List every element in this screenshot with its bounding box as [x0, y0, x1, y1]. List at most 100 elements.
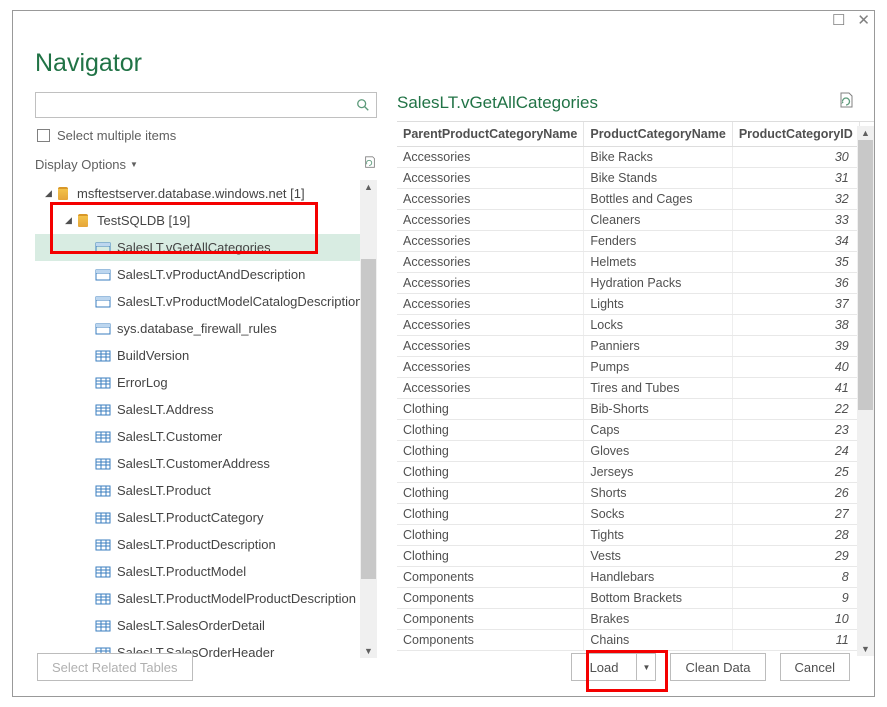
tree-item[interactable]: SalesLT.vProductModelCatalogDescription [35, 288, 377, 315]
scroll-thumb[interactable] [858, 140, 873, 410]
tree-item[interactable]: SalesLT.Address [35, 396, 377, 423]
display-options-dropdown[interactable]: Display Options ▼ [35, 157, 138, 172]
table-cell: Accessories [397, 167, 584, 188]
refresh-tree-button[interactable] [363, 155, 377, 174]
tree-item[interactable]: SalesLT.ProductModelProductDescription [35, 585, 377, 612]
column-header[interactable]: ParentProductCategoryName [397, 122, 584, 146]
table-row[interactable]: ClothingGloves24 [397, 440, 859, 461]
tree-item[interactable]: SalesLT.ProductDescription [35, 531, 377, 558]
table-cell: Bike Racks [584, 146, 732, 167]
load-dropdown-button[interactable]: ▼ [636, 653, 656, 681]
tree-server-node[interactable]: ◢ msftestserver.database.windows.net [1] [35, 180, 377, 207]
table-row[interactable]: AccessoriesTires and Tubes41 [397, 377, 859, 398]
column-header[interactable]: ProductCategoryName [584, 122, 732, 146]
table-cell: Clothing [397, 545, 584, 566]
load-button[interactable]: Load [571, 653, 637, 681]
tree-item[interactable]: sys.database_firewall_rules [35, 315, 377, 342]
tree-item-label: sys.database_firewall_rules [117, 321, 277, 336]
tree-item[interactable]: SalesLT.Product [35, 477, 377, 504]
tree-item[interactable]: SalesLT.vProductAndDescription [35, 261, 377, 288]
table-row[interactable]: AccessoriesLocks38 [397, 314, 859, 335]
tree-item-label: SalesLT.ProductCategory [117, 510, 263, 525]
table-cell: Jerseys [584, 461, 732, 482]
tree-item-label: BuildVersion [117, 348, 189, 363]
table-row[interactable]: ClothingTights28 [397, 524, 859, 545]
tree-database-node[interactable]: ◢ TestSQLDB [19] [35, 207, 377, 234]
tree-item[interactable]: SalesLT.Customer [35, 423, 377, 450]
table-cell: Components [397, 566, 584, 587]
scroll-thumb[interactable] [361, 259, 376, 579]
table-cell: 33 [732, 209, 859, 230]
refresh-preview-button[interactable] [838, 92, 854, 113]
table-cell: Gloves [584, 440, 732, 461]
table-cell: Hydration Packs [584, 272, 732, 293]
tree-item[interactable]: SalesLT.ProductModel [35, 558, 377, 585]
table-cell: Clothing [397, 461, 584, 482]
tree-item[interactable]: SalesLT.vGetAllCategories [35, 234, 377, 261]
clean-data-button[interactable]: Clean Data [670, 653, 765, 681]
load-split-button[interactable]: Load ▼ [571, 653, 657, 681]
table-row[interactable]: AccessoriesBike Racks30 [397, 146, 859, 167]
table-icon [95, 591, 111, 607]
table-cell: 10 [732, 608, 859, 629]
tree-item[interactable]: SalesLT.ProductCategory [35, 504, 377, 531]
table-row[interactable]: AccessoriesCleaners33 [397, 209, 859, 230]
tree-scrollbar[interactable]: ▲ ▼ [360, 180, 377, 658]
tree-item-label: SalesLT.vGetAllCategories [117, 240, 271, 255]
table-cell: Bottom Brackets [584, 587, 732, 608]
table-icon [95, 402, 111, 418]
table-cell: Tights [584, 524, 732, 545]
tree-item[interactable]: SalesLT.CustomerAddress [35, 450, 377, 477]
table-row[interactable]: ClothingVests29 [397, 545, 859, 566]
table-cell: 23 [732, 419, 859, 440]
tree-item-label: SalesLT.ProductModelProductDescription [117, 591, 356, 606]
table-cell: 36 [732, 272, 859, 293]
table-row[interactable]: AccessoriesLights37 [397, 293, 859, 314]
table-row[interactable]: ClothingJerseys25 [397, 461, 859, 482]
table-icon [95, 483, 111, 499]
preview-scrollbar[interactable]: ▲ ▼ [857, 126, 874, 656]
table-row[interactable]: AccessoriesBottles and Cages32 [397, 188, 859, 209]
table-row[interactable]: AccessoriesBike Stands31 [397, 167, 859, 188]
table-row[interactable]: AccessoriesHydration Packs36 [397, 272, 859, 293]
navigator-dialog: ☐ ✕ Navigator Select multiple items Disp… [12, 10, 875, 697]
table-cell: Clothing [397, 503, 584, 524]
table-row[interactable]: ComponentsHandlebars8 [397, 566, 859, 587]
maximize-icon[interactable]: ☐ [832, 11, 845, 29]
table-cell: Bib-Shorts [584, 398, 732, 419]
table-row[interactable]: ClothingSocks27 [397, 503, 859, 524]
table-row[interactable]: ClothingCaps23 [397, 419, 859, 440]
table-row[interactable]: AccessoriesHelmets35 [397, 251, 859, 272]
table-cell: 9 [732, 587, 859, 608]
close-icon[interactable]: ✕ [857, 11, 870, 29]
table-row[interactable]: ComponentsBrakes10 [397, 608, 859, 629]
tree-item-label: SalesLT.vProductAndDescription [117, 267, 305, 282]
table-row[interactable]: ClothingShorts26 [397, 482, 859, 503]
table-cell: Accessories [397, 293, 584, 314]
titlebar: ☐ ✕ [13, 11, 874, 31]
table-row[interactable]: AccessoriesFenders34 [397, 230, 859, 251]
table-cell: 35 [732, 251, 859, 272]
table-cell: 31 [732, 167, 859, 188]
search-input[interactable] [35, 92, 377, 118]
select-multiple-checkbox[interactable]: Select multiple items [35, 118, 377, 145]
expand-icon: ◢ [65, 215, 75, 226]
cancel-button[interactable]: Cancel [780, 653, 850, 681]
tree-item[interactable]: SalesLT.SalesOrderDetail [35, 612, 377, 639]
table-cell: 8 [732, 566, 859, 587]
table-icon [95, 429, 111, 445]
table-icon [95, 537, 111, 553]
tree-item[interactable]: BuildVersion [35, 342, 377, 369]
table-cell: 29 [732, 545, 859, 566]
table-row[interactable]: AccessoriesPumps40 [397, 356, 859, 377]
table-row[interactable]: ClothingBib-Shorts22 [397, 398, 859, 419]
table-row[interactable]: AccessoriesPanniers39 [397, 335, 859, 356]
column-header[interactable]: ProductCategoryID [732, 122, 859, 146]
tree-item-label: ErrorLog [117, 375, 168, 390]
table-cell: Components [397, 608, 584, 629]
tree-item[interactable]: ErrorLog [35, 369, 377, 396]
tree-item-label: SalesLT.Product [117, 483, 211, 498]
table-cell: Socks [584, 503, 732, 524]
table-row[interactable]: ComponentsBottom Brackets9 [397, 587, 859, 608]
select-related-tables-button[interactable]: Select Related Tables [37, 653, 193, 681]
